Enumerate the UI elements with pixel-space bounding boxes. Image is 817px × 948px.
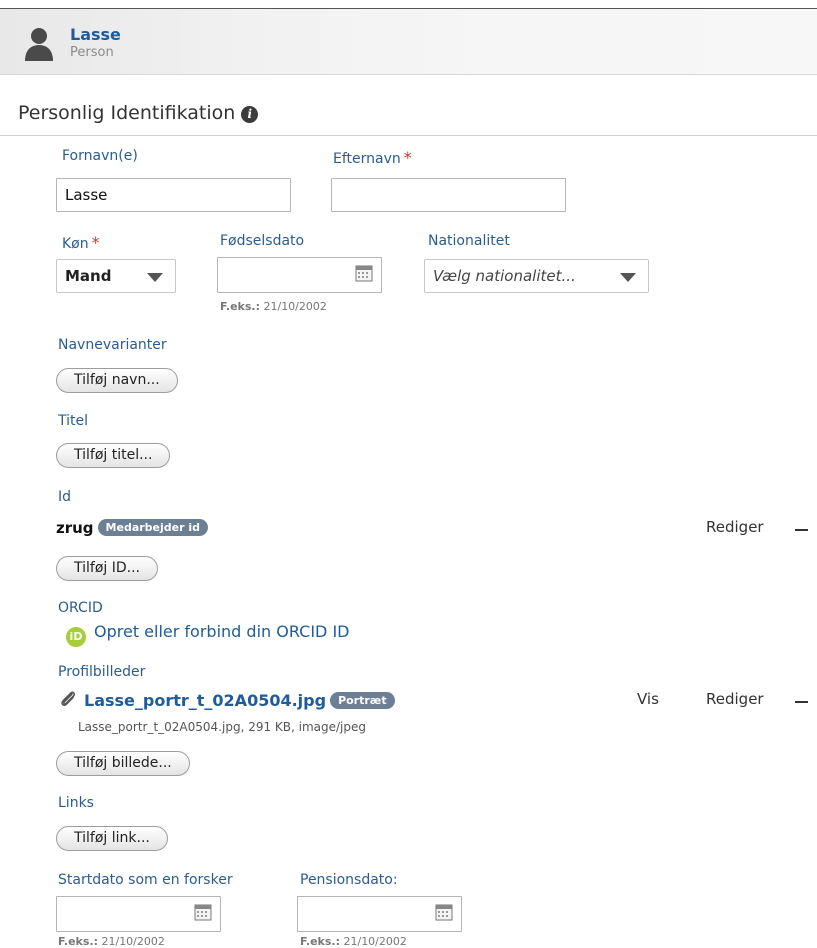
info-icon[interactable]: i	[241, 106, 259, 123]
calendar-icon[interactable]	[194, 903, 212, 921]
person-type: Person	[70, 45, 114, 60]
orcid-label: ORCID	[58, 600, 103, 616]
section-title: Personlig Identifikation i	[18, 102, 259, 124]
orcid-link-text: Opret eller forbind din ORCID ID	[94, 622, 350, 641]
start-date-label: Startdato som en forsker	[58, 872, 233, 888]
profile-picture-meta: Lasse_portr_t_02A0504.jpg, 291 KB, image…	[78, 720, 367, 734]
gender-selected-value: Mand	[65, 267, 112, 285]
portrait-badge: Portræt	[330, 692, 395, 709]
gender-label-text: Køn	[62, 236, 89, 252]
hint-prefix: F.eks.:	[220, 300, 260, 313]
remove-id-icon[interactable]	[795, 529, 808, 531]
required-mark: *	[403, 148, 412, 167]
nationality-label: Nationalitet	[428, 233, 510, 249]
paperclip-icon	[61, 691, 76, 706]
window-top-edge	[0, 0, 817, 9]
edit-id-link[interactable]: Rediger	[706, 518, 764, 536]
name-variants-label: Navnevarianter	[58, 337, 167, 353]
nationality-select[interactable]: Vælg nationalitet...	[424, 259, 649, 293]
person-header: Lasse Person	[0, 9, 817, 75]
hint-value: 21/10/2002	[263, 300, 327, 313]
gender-label: Køn *	[62, 233, 100, 252]
add-picture-button[interactable]: Tilføj billede...	[56, 751, 190, 776]
view-picture-link[interactable]: Vis	[637, 690, 659, 708]
orcid-icon: iD	[66, 627, 86, 647]
profile-picture-row: Lasse_portr_t_02A0504.jpg Portræt	[58, 689, 395, 710]
start-date-input[interactable]	[56, 896, 221, 932]
birthdate-hint: F.eks.: 21/10/2002	[220, 300, 327, 313]
first-name-label: Fornavn(e)	[62, 148, 138, 164]
start-date-hint: F.eks.: 21/10/2002	[58, 935, 165, 948]
birthdate-input[interactable]	[217, 257, 382, 293]
retirement-date-label: Pensionsdato:	[300, 872, 398, 888]
gender-select[interactable]: Mand	[56, 259, 176, 293]
title-label: Titel	[58, 413, 89, 429]
remove-picture-icon[interactable]	[795, 701, 808, 703]
birthdate-label: Fødselsdato	[220, 233, 305, 249]
retirement-date-input[interactable]	[297, 896, 462, 932]
chevron-down-icon	[620, 273, 636, 282]
id-label: Id	[58, 489, 72, 505]
section-divider	[0, 135, 817, 136]
chevron-down-icon	[147, 273, 163, 282]
orcid-connect-link[interactable]: iD Opret eller forbind din ORCID ID	[66, 622, 349, 647]
add-link-button[interactable]: Tilføj link...	[56, 826, 168, 851]
calendar-icon[interactable]	[355, 264, 373, 282]
links-label: Links	[58, 795, 94, 811]
profile-picture-file-link[interactable]: Lasse_portr_t_02A0504.jpg	[84, 691, 326, 710]
hint-prefix: F.eks.:	[300, 935, 340, 948]
calendar-icon[interactable]	[435, 903, 453, 921]
person-name[interactable]: Lasse	[70, 25, 121, 44]
hint-prefix: F.eks.:	[58, 935, 98, 948]
required-mark: *	[91, 233, 100, 252]
profile-pictures-label: Profilbilleder	[58, 664, 146, 680]
add-title-button[interactable]: Tilføj titel...	[56, 443, 171, 468]
nationality-placeholder: Vælg nationalitet...	[433, 267, 576, 285]
id-value: zrug	[56, 519, 94, 537]
section-title-text: Personlig Identifikation	[18, 102, 236, 124]
last-name-input[interactable]	[331, 178, 566, 212]
hint-value: 21/10/2002	[343, 935, 407, 948]
add-name-button[interactable]: Tilføj navn...	[56, 368, 178, 393]
first-name-input[interactable]: Lasse	[56, 178, 291, 212]
add-id-button[interactable]: Tilføj ID...	[56, 556, 158, 581]
id-row: zrug Medarbejder id	[56, 519, 209, 537]
retirement-date-hint: F.eks.: 21/10/2002	[300, 935, 407, 948]
last-name-label-text: Efternavn	[333, 151, 401, 167]
id-type-badge: Medarbejder id	[97, 519, 209, 536]
person-avatar-icon	[25, 28, 53, 61]
hint-value: 21/10/2002	[101, 935, 165, 948]
edit-picture-link[interactable]: Rediger	[706, 690, 764, 708]
last-name-label: Efternavn *	[333, 148, 412, 167]
